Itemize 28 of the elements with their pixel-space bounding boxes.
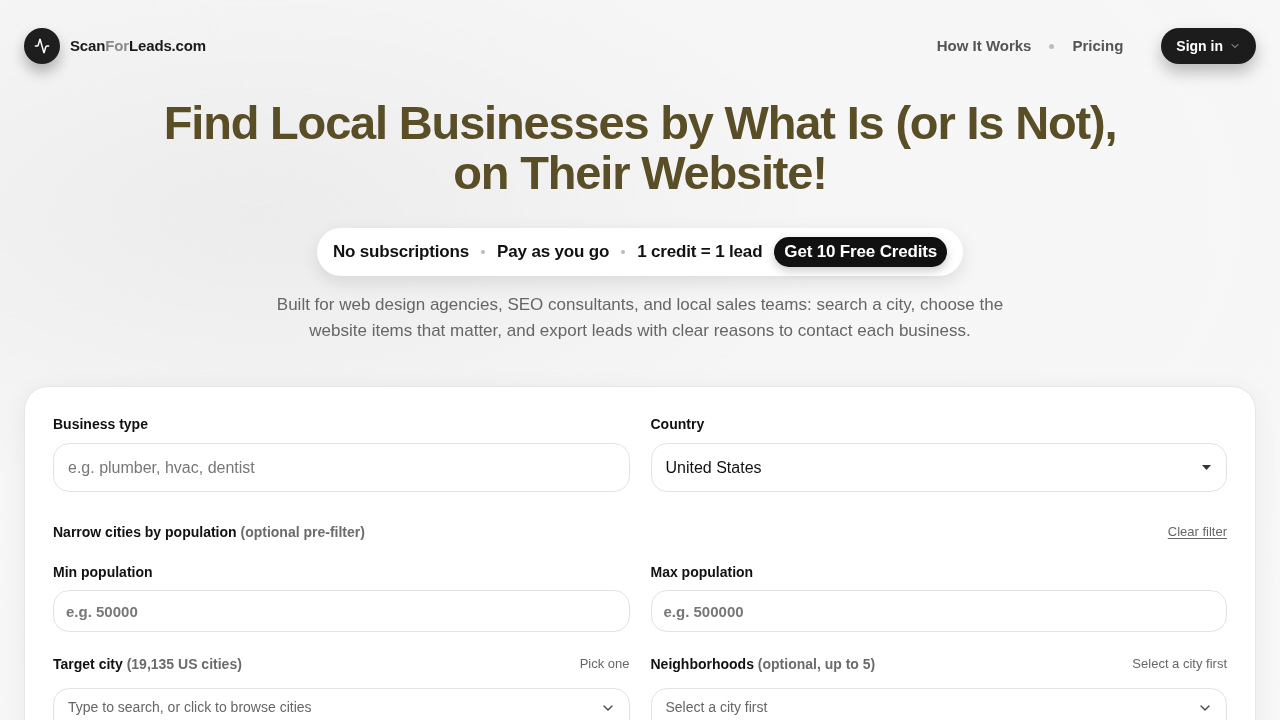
hero-description: Built for web design agencies, SEO consultants, and local sales teams: search a city, choose the website items that matter, and export leads with clear reasons to contact each business. — [275, 294, 1005, 342]
max-population-input[interactable]: e.g. 500000 — [650, 590, 1227, 632]
neighborhood-select[interactable]: Select a city first — [650, 688, 1227, 720]
field-label: Target city (19,135 US cities) — [53, 655, 242, 674]
hero-title: Find Local Businesses by What Is (or Is Not), on Their Website! — [162, 98, 1118, 198]
sign-in-button[interactable]: Sign in — [1161, 28, 1256, 64]
country-select[interactable]: United States — [650, 443, 1227, 492]
pulse-logo-icon[interactable] — [24, 28, 60, 64]
field-label: Max population — [650, 563, 755, 582]
brand-name[interactable]: ScanForLeads.com — [70, 34, 206, 58]
clear-filter-link[interactable]: Clear filter — [1167, 522, 1227, 542]
business-type-input[interactable]: e.g. plumber, hvac, dentist — [53, 443, 630, 492]
field-label: Country — [650, 415, 706, 434]
min-population-input[interactable]: e.g. 50000 — [53, 590, 630, 632]
field-label: Neighborhoods (optional, up to 5) — [650, 655, 876, 674]
city-search-input[interactable]: Type to search, or click to browse cities — [53, 688, 630, 720]
perk-text: No subscriptions — [332, 241, 470, 264]
field-note: Select a city first — [1132, 655, 1227, 673]
caret-down-icon — [1202, 465, 1211, 470]
field-label: Min population — [53, 563, 154, 582]
field-label: Narrow cities by population (optional pre-filter) — [53, 523, 365, 542]
nav-link[interactable]: How It Works — [936, 34, 1032, 58]
field-label: Business type — [53, 415, 149, 434]
perk-text: 1 credit = 1 lead — [637, 241, 763, 264]
free-credits-button[interactable]: Get 10 Free Credits — [774, 237, 948, 267]
nav-link[interactable]: Pricing — [1072, 34, 1124, 58]
perk-text: Pay as you go — [497, 241, 610, 264]
field-note: Pick one — [579, 655, 630, 673]
